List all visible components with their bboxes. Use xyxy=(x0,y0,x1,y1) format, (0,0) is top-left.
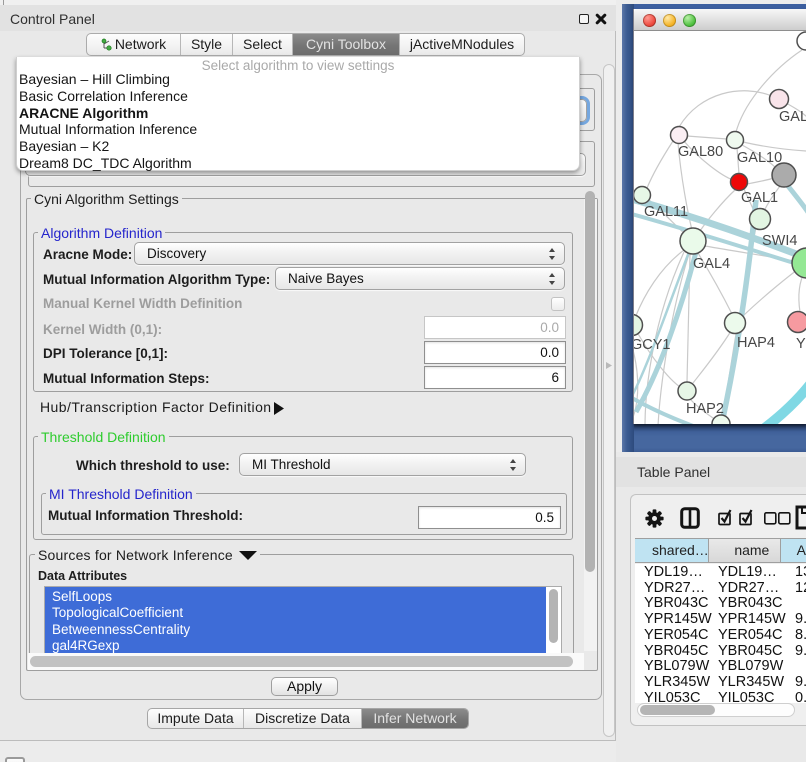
svg-text:GAL10: GAL10 xyxy=(737,150,782,166)
svg-text:GAL11: GAL11 xyxy=(644,204,688,220)
svg-text:HAP2: HAP2 xyxy=(686,401,724,417)
svg-text:HAP4: HAP4 xyxy=(737,335,775,351)
svg-text:GAL80: GAL80 xyxy=(678,144,723,160)
svg-text:GCY1: GCY1 xyxy=(634,337,671,353)
svg-text:GAL1: GAL1 xyxy=(741,190,778,206)
svg-text:Y: Y xyxy=(796,336,806,352)
svg-text:GAL4: GAL4 xyxy=(693,256,730,272)
svg-text:SWI4: SWI4 xyxy=(762,233,797,249)
svg-text:GAL2: GAL2 xyxy=(779,109,806,125)
